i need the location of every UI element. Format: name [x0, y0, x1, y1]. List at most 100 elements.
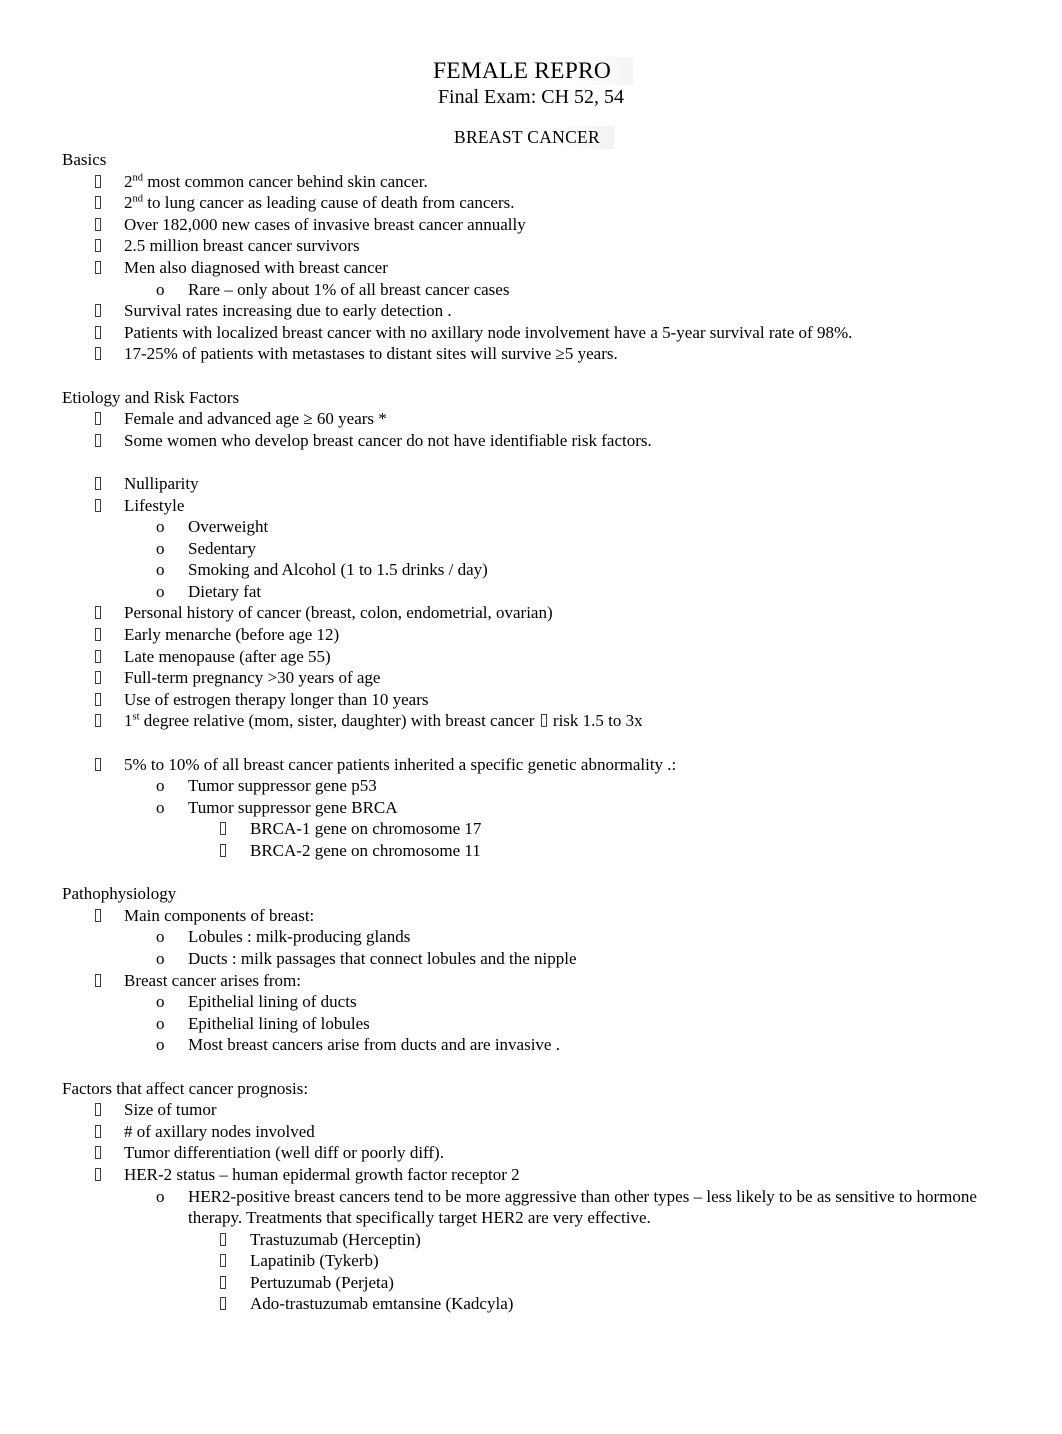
list-item-label: Late menopause (after age 55): [124, 646, 331, 666]
heading-etiology: Etiology and Risk Factors: [62, 387, 240, 407]
heading-prognosis: Factors that affect cancer prognosis:: [62, 1078, 309, 1098]
list-item-label-tail: risk 1.5 to 3x: [548, 711, 643, 731]
list-item-label: Size of tumor: [124, 1100, 217, 1120]
list-item-label: # of axillary nodes involved: [124, 1121, 315, 1141]
list-item: o Rare – only about 1% of all breast can…: [62, 279, 1034, 301]
bullet-box-icon: [62, 1293, 250, 1315]
list-item-label: Tumor differentiation (well diff or poor…: [124, 1143, 444, 1163]
bullet-box-icon: [62, 343, 124, 365]
list-item: o Epithelial lining of ducts: [62, 991, 1034, 1013]
bullet-box-icon: [62, 667, 124, 689]
list-item-label: Tumor suppressor gene BRCA: [188, 797, 398, 817]
list-item: Pertuzumab (Perjeta): [62, 1272, 1034, 1294]
list-item: Ado-trastuzumab emtansine (Kadcyla): [62, 1293, 1034, 1315]
list-item: Some women who develop breast cancer do …: [62, 430, 1034, 452]
bullet-box-icon: [62, 235, 124, 257]
list-item-label: Rare – only about 1% of all breast cance…: [188, 279, 510, 299]
list-item-label: Lobules : milk-producing glands: [188, 927, 411, 947]
list-item: Lifestyle: [62, 495, 1034, 517]
bullet-circle-marker: o: [156, 560, 165, 580]
list-item-label: Epithelial lining of lobules: [188, 1013, 370, 1033]
list-item-sup: st: [132, 711, 140, 723]
bullet-circle-marker: o: [156, 538, 165, 558]
list-item: BRCA-2 gene on chromosome 11: [62, 840, 1034, 862]
list-item: o HER2-positive breast cancers tend to b…: [62, 1186, 1034, 1229]
document-subtitle: Final Exam: CH 52, 54: [437, 86, 625, 108]
bullet-box-icon: [62, 300, 124, 322]
title-block: FEMALE REPRO Final Exam: CH 52, 54: [0, 57, 1062, 110]
list-item: o Tumor suppressor gene p53: [62, 775, 1034, 797]
list-item-label: Breast cancer arises from:: [124, 970, 301, 990]
bullet-box-icon: [62, 473, 124, 495]
bullet-box-icon: [62, 1121, 124, 1143]
bullet-circle-marker: o: [156, 279, 165, 299]
bullet-circle-marker: o: [156, 1035, 165, 1055]
bullet-box-icon: [62, 840, 250, 862]
list-item-label: Ducts : milk passages that connect lobul…: [188, 948, 577, 968]
list-item-label: Tumor suppressor gene p53: [188, 776, 377, 796]
list-item-label: 2.5 million breast cancer survivors: [124, 236, 360, 256]
bullet-box-icon: [62, 257, 124, 279]
list-item-label: BRCA-2 gene on chromosome 11: [250, 841, 481, 860]
bullet-circle-marker: o: [156, 992, 165, 1012]
list-item: 5% to 10% of all breast cancer patients …: [62, 754, 1034, 776]
list-item: 1st degree relative (mom, sister, daught…: [62, 710, 1034, 732]
bullet-circle-marker: o: [156, 927, 165, 947]
section-heading-label: BREAST CANCER: [447, 126, 615, 149]
bullet-box-icon: [62, 1250, 250, 1272]
bullet-box-icon: [62, 495, 124, 517]
list-item-label: Early menarche (before age 12): [124, 625, 340, 645]
bullet-box-icon: [62, 970, 124, 992]
list-item: o Overweight: [62, 516, 1034, 538]
bullet-box-icon: [62, 1164, 124, 1186]
list-item: Tumor differentiation (well diff or poor…: [62, 1142, 1034, 1164]
list-item: Size of tumor: [62, 1099, 1034, 1121]
heading-pathophysiology: Pathophysiology: [62, 884, 177, 904]
list-item: BRCA-1 gene on chromosome 17: [62, 818, 1034, 840]
list-item-label: Lifestyle: [124, 495, 185, 515]
list-item: Over 182,000 new cases of invasive breas…: [62, 214, 1034, 236]
document-page: FEMALE REPRO Final Exam: CH 52, 54 BREAS…: [0, 57, 1062, 1434]
list-item: o Smoking and Alcohol (1 to 1.5 drinks /…: [62, 559, 1034, 581]
list-item-label: Pertuzumab (Perjeta): [250, 1272, 394, 1292]
list-item: Female and advanced age ≥ 60 years *: [62, 408, 1034, 430]
list-item-label: BRCA-1 gene on chromosome 17: [250, 819, 482, 839]
list-item-sup-prefix: 1: [124, 711, 133, 731]
bullet-box-icon: [62, 430, 124, 452]
bullet-box-icon: [62, 646, 124, 668]
bullet-circle-marker: o: [156, 1013, 165, 1033]
list-item-label: most common cancer behind skin cancer.: [147, 171, 428, 191]
list-item-label: Use of estrogen therapy longer than 10 y…: [124, 689, 429, 709]
list-item: Breast cancer arises from:: [62, 970, 1034, 992]
bullet-box-icon: [62, 710, 124, 732]
bullet-box-icon: [62, 171, 124, 193]
bullet-box-icon: [62, 905, 124, 927]
list-item: o Tumor suppressor gene BRCA: [62, 797, 1034, 819]
bullet-circle-marker: o: [156, 948, 165, 968]
list-item-sup-prefix: 2: [124, 193, 133, 213]
list-item-label: HER-2 status – human epidermal growth fa…: [124, 1164, 520, 1184]
bullet-box-icon: [62, 408, 124, 430]
list-item: Full-term pregnancy >30 years of age: [62, 667, 1034, 689]
bullet-circle-marker: o: [156, 776, 165, 796]
list-item: HER-2 status – human epidermal growth fa…: [62, 1164, 1034, 1186]
list-item-label: 5% to 10% of all breast cancer patients …: [124, 754, 677, 774]
list-item: o Lobules : milk-producing glands: [62, 926, 1034, 948]
bullet-box-icon: [62, 1229, 250, 1251]
bullet-box-icon: [62, 689, 124, 711]
document-subtitle-row: Final Exam: CH 52, 54: [0, 85, 1062, 110]
bullet-box-icon: [62, 1099, 124, 1121]
list-item: Personal history of cancer (breast, colo…: [62, 602, 1034, 624]
list-item-label: Men also diagnosed with breast cancer: [124, 257, 388, 277]
list-item-label: to lung cancer as leading cause of death…: [147, 193, 515, 213]
bullet-circle-marker: o: [156, 797, 165, 817]
bullet-box-icon: [62, 624, 124, 646]
bullet-box-icon: [62, 602, 124, 624]
list-item: Late menopause (after age 55): [62, 646, 1034, 668]
heading-basics: Basics: [62, 150, 107, 169]
list-item-sup: nd: [132, 193, 144, 205]
list-item: 2nd most common cancer behind skin cance…: [62, 171, 1034, 193]
list-item: # of axillary nodes involved: [62, 1121, 1034, 1143]
section-heading-breast-cancer: BREAST CANCER: [0, 126, 1062, 149]
list-item-label: Patients with localized breast cancer wi…: [124, 322, 853, 342]
